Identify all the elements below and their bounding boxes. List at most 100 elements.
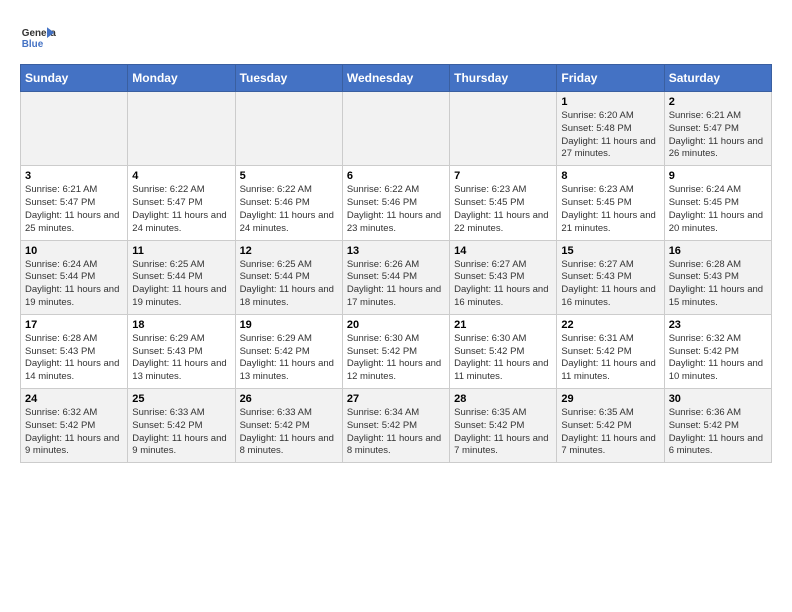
weekday-header: Friday (557, 65, 664, 92)
day-info: Sunrise: 6:33 AM Sunset: 5:42 PM Dayligh… (132, 407, 230, 458)
day-info: Sunrise: 6:22 AM Sunset: 5:46 PM Dayligh… (240, 184, 338, 235)
logo-icon: General Blue (20, 20, 56, 56)
calendar-day (342, 92, 449, 166)
calendar-day: 29 Sunrise: 6:35 AM Sunset: 5:42 PM Dayli… (557, 389, 664, 463)
calendar-day: 1Sunrise: 6:20 AM Sunset: 5:48 PM Daylig… (557, 92, 664, 166)
day-number: 30 (669, 393, 767, 405)
day-number: 8 (561, 170, 659, 182)
day-number: 9 (669, 170, 767, 182)
day-number: 26 (240, 393, 338, 405)
day-number: 22 (561, 319, 659, 331)
calendar: SundayMondayTuesdayWednesdayThursdayFrid… (20, 64, 772, 463)
calendar-day: 4 Sunrise: 6:22 AM Sunset: 5:47 PM Daylig… (128, 166, 235, 240)
day-number: 3 (25, 170, 123, 182)
calendar-day (450, 92, 557, 166)
day-info: Sunrise: 6:25 AM Sunset: 5:44 PM Dayligh… (240, 259, 338, 310)
day-number: 27 (347, 393, 445, 405)
calendar-day: 20 Sunrise: 6:30 AM Sunset: 5:42 PM Dayli… (342, 314, 449, 388)
calendar-week: 3 Sunrise: 6:21 AM Sunset: 5:47 PM Daylig… (21, 166, 772, 240)
day-number: 25 (132, 393, 230, 405)
day-number: 21 (454, 319, 552, 331)
calendar-day: 12 Sunrise: 6:25 AM Sunset: 5:44 PM Dayli… (235, 240, 342, 314)
calendar-day: 21 Sunrise: 6:30 AM Sunset: 5:42 PM Dayli… (450, 314, 557, 388)
weekday-header: Thursday (450, 65, 557, 92)
calendar-day: 28 Sunrise: 6:35 AM Sunset: 5:42 PM Dayli… (450, 389, 557, 463)
calendar-day: 17 Sunrise: 6:28 AM Sunset: 5:43 PM Dayli… (21, 314, 128, 388)
day-info: Sunrise: 6:28 AM Sunset: 5:43 PM Dayligh… (669, 259, 767, 310)
calendar-day: 24Sunrise: 6:32 AM Sunset: 5:42 PM Dayli… (21, 389, 128, 463)
calendar-day: 2 Sunrise: 6:21 AM Sunset: 5:47 PM Daylig… (664, 92, 771, 166)
day-info: Sunrise: 6:32 AM Sunset: 5:42 PM Dayligh… (669, 333, 767, 384)
day-number: 14 (454, 245, 552, 257)
day-number: 18 (132, 319, 230, 331)
weekday-header: Wednesday (342, 65, 449, 92)
calendar-day: 5 Sunrise: 6:22 AM Sunset: 5:46 PM Daylig… (235, 166, 342, 240)
day-info: Sunrise: 6:21 AM Sunset: 5:47 PM Dayligh… (25, 184, 123, 235)
calendar-day (235, 92, 342, 166)
day-number: 2 (669, 96, 767, 108)
day-info: Sunrise: 6:20 AM Sunset: 5:48 PM Dayligh… (561, 110, 659, 161)
calendar-day: 30 Sunrise: 6:36 AM Sunset: 5:42 PM Dayli… (664, 389, 771, 463)
weekday-header: Saturday (664, 65, 771, 92)
day-info: Sunrise: 6:29 AM Sunset: 5:43 PM Dayligh… (132, 333, 230, 384)
day-number: 5 (240, 170, 338, 182)
calendar-day: 10Sunrise: 6:24 AM Sunset: 5:44 PM Dayli… (21, 240, 128, 314)
calendar-header: SundayMondayTuesdayWednesdayThursdayFrid… (21, 65, 772, 92)
day-info: Sunrise: 6:27 AM Sunset: 5:43 PM Dayligh… (454, 259, 552, 310)
day-info: Sunrise: 6:21 AM Sunset: 5:47 PM Dayligh… (669, 110, 767, 161)
day-info: Sunrise: 6:28 AM Sunset: 5:43 PM Dayligh… (25, 333, 123, 384)
day-info: Sunrise: 6:29 AM Sunset: 5:42 PM Dayligh… (240, 333, 338, 384)
day-number: 29 (561, 393, 659, 405)
day-number: 13 (347, 245, 445, 257)
weekday-header: Tuesday (235, 65, 342, 92)
day-info: Sunrise: 6:30 AM Sunset: 5:42 PM Dayligh… (347, 333, 445, 384)
day-info: Sunrise: 6:35 AM Sunset: 5:42 PM Dayligh… (561, 407, 659, 458)
day-number: 20 (347, 319, 445, 331)
day-number: 19 (240, 319, 338, 331)
calendar-day: 15 Sunrise: 6:27 AM Sunset: 5:43 PM Dayli… (557, 240, 664, 314)
day-info: Sunrise: 6:30 AM Sunset: 5:42 PM Dayligh… (454, 333, 552, 384)
day-info: Sunrise: 6:27 AM Sunset: 5:43 PM Dayligh… (561, 259, 659, 310)
calendar-day: 22 Sunrise: 6:31 AM Sunset: 5:42 PM Dayli… (557, 314, 664, 388)
day-info: Sunrise: 6:24 AM Sunset: 5:45 PM Dayligh… (669, 184, 767, 235)
day-info: Sunrise: 6:36 AM Sunset: 5:42 PM Dayligh… (669, 407, 767, 458)
calendar-day: 8Sunrise: 6:23 AM Sunset: 5:45 PM Daylig… (557, 166, 664, 240)
day-info: Sunrise: 6:31 AM Sunset: 5:42 PM Dayligh… (561, 333, 659, 384)
day-number: 23 (669, 319, 767, 331)
calendar-day: 27 Sunrise: 6:34 AM Sunset: 5:42 PM Dayli… (342, 389, 449, 463)
day-info: Sunrise: 6:35 AM Sunset: 5:42 PM Dayligh… (454, 407, 552, 458)
calendar-day: 16 Sunrise: 6:28 AM Sunset: 5:43 PM Dayli… (664, 240, 771, 314)
calendar-day: 19 Sunrise: 6:29 AM Sunset: 5:42 PM Dayli… (235, 314, 342, 388)
day-info: Sunrise: 6:22 AM Sunset: 5:47 PM Dayligh… (132, 184, 230, 235)
day-number: 4 (132, 170, 230, 182)
day-number: 7 (454, 170, 552, 182)
calendar-day: 14 Sunrise: 6:27 AM Sunset: 5:43 PM Dayli… (450, 240, 557, 314)
calendar-day: 26 Sunrise: 6:33 AM Sunset: 5:42 PM Dayli… (235, 389, 342, 463)
calendar-day: 23 Sunrise: 6:32 AM Sunset: 5:42 PM Dayli… (664, 314, 771, 388)
calendar-day: 7Sunrise: 6:23 AM Sunset: 5:45 PM Daylig… (450, 166, 557, 240)
day-info: Sunrise: 6:32 AM Sunset: 5:42 PM Dayligh… (25, 407, 123, 458)
day-info: Sunrise: 6:26 AM Sunset: 5:44 PM Dayligh… (347, 259, 445, 310)
day-number: 16 (669, 245, 767, 257)
day-info: Sunrise: 6:34 AM Sunset: 5:42 PM Dayligh… (347, 407, 445, 458)
calendar-day: 18 Sunrise: 6:29 AM Sunset: 5:43 PM Dayli… (128, 314, 235, 388)
calendar-day: 13 Sunrise: 6:26 AM Sunset: 5:44 PM Dayli… (342, 240, 449, 314)
day-number: 15 (561, 245, 659, 257)
calendar-day: 25 Sunrise: 6:33 AM Sunset: 5:42 PM Dayli… (128, 389, 235, 463)
logo: General Blue (20, 20, 56, 56)
header: General Blue (20, 20, 772, 56)
day-info: Sunrise: 6:22 AM Sunset: 5:46 PM Dayligh… (347, 184, 445, 235)
calendar-body: 1Sunrise: 6:20 AM Sunset: 5:48 PM Daylig… (21, 92, 772, 463)
day-info: Sunrise: 6:25 AM Sunset: 5:44 PM Dayligh… (132, 259, 230, 310)
calendar-day: 6Sunrise: 6:22 AM Sunset: 5:46 PM Daylig… (342, 166, 449, 240)
day-number: 10 (25, 245, 123, 257)
calendar-day: 3 Sunrise: 6:21 AM Sunset: 5:47 PM Daylig… (21, 166, 128, 240)
day-info: Sunrise: 6:33 AM Sunset: 5:42 PM Dayligh… (240, 407, 338, 458)
day-number: 12 (240, 245, 338, 257)
calendar-week: 24Sunrise: 6:32 AM Sunset: 5:42 PM Dayli… (21, 389, 772, 463)
weekday-header: Monday (128, 65, 235, 92)
calendar-day: 11Sunrise: 6:25 AM Sunset: 5:44 PM Dayli… (128, 240, 235, 314)
day-number: 17 (25, 319, 123, 331)
weekday-row: SundayMondayTuesdayWednesdayThursdayFrid… (21, 65, 772, 92)
day-number: 28 (454, 393, 552, 405)
